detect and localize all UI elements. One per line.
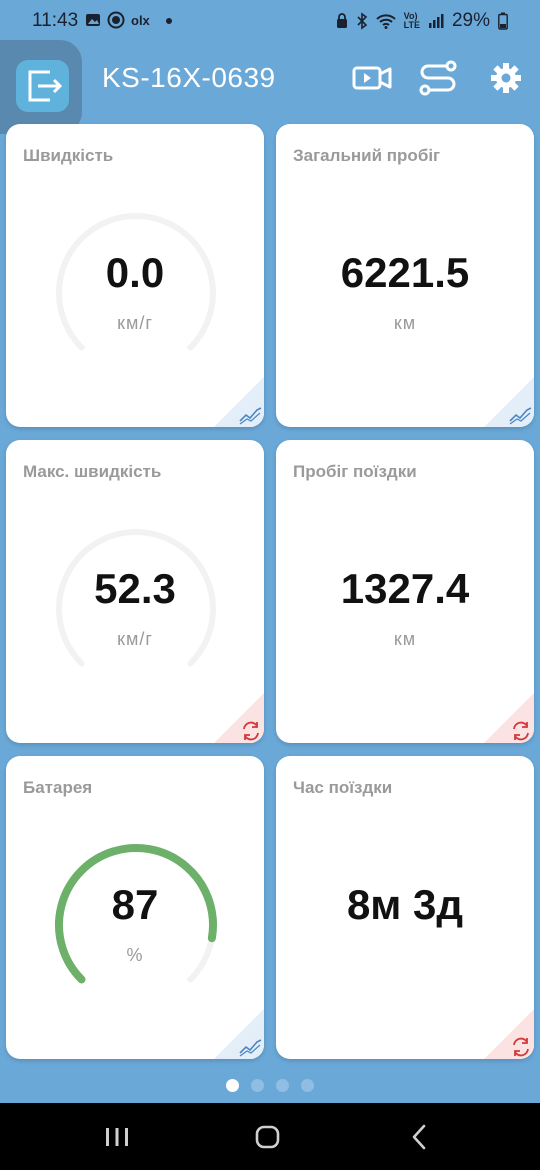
trip-mileage-unit: км [393,629,417,649]
reset-icon[interactable] [484,1009,534,1059]
trip-mileage-value: 1327.4 [340,565,470,612]
status-bar: 11:43 olx Vo) LTE 29% [0,0,540,42]
speed-unit: км/г [117,313,153,333]
page-dot[interactable] [301,1079,314,1092]
volte-label: Vo) LTE [403,11,420,30]
gallery-icon [86,14,100,26]
system-icons: Vo) LTE 29% [336,10,508,32]
page-dot[interactable] [251,1079,264,1092]
device-title: KS-16X-0639 [102,62,276,93]
max-speed-value: 52.3 [94,565,176,612]
olx-icon: olx [131,13,151,27]
reset-icon[interactable] [484,693,534,743]
total-mileage-unit: км [393,313,417,333]
settings-icon[interactable] [486,60,526,96]
battery-unit: % [126,945,144,965]
max-speed-unit: км/г [117,629,153,649]
total-mileage-value: 6221.5 [340,249,470,296]
status-time: 11:43 [32,10,79,31]
back-icon[interactable] [405,1122,435,1152]
card-title: Батарея [23,778,93,797]
chart-icon[interactable] [484,377,534,427]
lock-icon [336,13,347,28]
card-title: Швидкість [23,146,114,165]
system-nav-bar [0,1103,540,1170]
battery-value: 87 [111,881,159,928]
card-title: Час поїздки [293,778,393,797]
reset-icon[interactable] [214,693,264,743]
svg-text:olx: olx [131,13,151,27]
battery-icon [498,12,508,30]
card-title: Макс. швидкість [23,462,162,481]
card-trip-mileage[interactable]: Пробіг поїздки 1327.4 км [276,440,534,743]
page-indicator [0,1079,540,1095]
card-title: Пробіг поїздки [293,462,417,481]
card-title: Загальний пробіг [293,146,441,165]
route-icon[interactable] [418,60,458,96]
exit-button[interactable] [16,60,69,112]
trip-time-value: 8м 3д [346,881,464,928]
card-battery[interactable]: Батарея 87 % [6,756,264,1059]
signal-icon [428,14,444,28]
exit-icon [28,70,63,102]
record-icon [107,11,125,29]
card-speed[interactable]: Швидкість 0.0 км/г [6,124,264,427]
speed-value: 0.0 [105,249,165,296]
wifi-icon [375,14,396,29]
notification-icons: olx [85,11,175,29]
card-total-mileage[interactable]: Загальний пробіг 6221.5 км [276,124,534,427]
video-icon[interactable] [352,60,392,96]
bluetooth-icon [357,12,367,30]
dot-icon [166,18,172,24]
home-icon[interactable] [253,1122,283,1152]
card-trip-time[interactable]: Час поїздки 8м 3д [276,756,534,1059]
chart-icon[interactable] [214,1009,264,1059]
page-dot[interactable] [226,1079,239,1092]
recent-apps-icon[interactable] [102,1122,132,1152]
battery-percent: 29% [451,10,490,31]
page-dot[interactable] [276,1079,289,1092]
chart-icon[interactable] [214,377,264,427]
card-max-speed[interactable]: Макс. швидкість 52.3 км/г [6,440,264,743]
